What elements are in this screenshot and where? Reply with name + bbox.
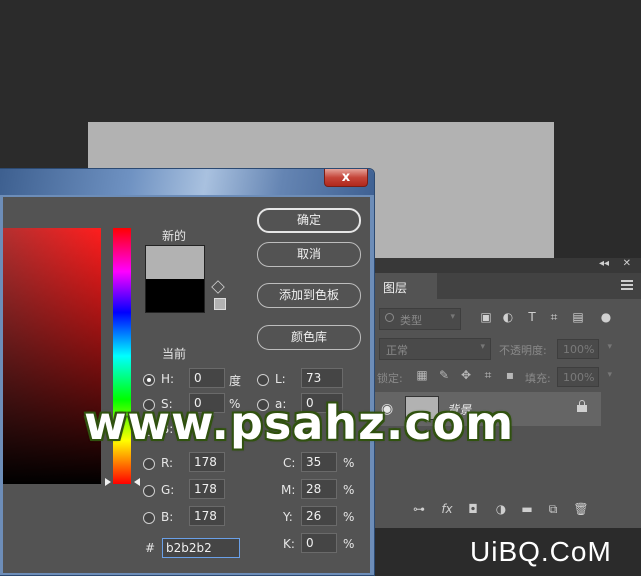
yellow-label: Y: — [283, 510, 293, 524]
new-color-swatch — [145, 245, 205, 279]
new-color-label: 新的 — [162, 229, 187, 243]
blend-mode-select[interactable]: 正常 ▾ — [379, 338, 491, 360]
black-label: K: — [283, 537, 295, 551]
hex-field[interactable]: b2b2b2 — [162, 538, 240, 558]
type-filter-icon[interactable]: T — [525, 310, 539, 324]
cyan-field[interactable]: 35 — [301, 452, 337, 472]
red-radio[interactable] — [143, 458, 155, 470]
percent-unit: % — [343, 510, 355, 524]
folder-icon[interactable]: ▬ — [519, 501, 535, 517]
mask-icon[interactable]: ◘ — [465, 501, 481, 517]
dialog-body: 新的 当前 确定 取消 添加到色板 颜色库 H: 0 度 S: 0 % B: L… — [3, 197, 370, 573]
hue-radio[interactable] — [143, 374, 155, 386]
color-picker-dialog: x 新的 当前 确定 取消 添加到色板 颜色库 H: 0 度 S: 0 % B:… — [0, 168, 375, 576]
chevron-down-icon[interactable]: ▾ — [607, 370, 612, 380]
fill-label: 填充: — [525, 372, 551, 385]
ok-button[interactable]: 确定 — [257, 208, 361, 233]
chevron-down-icon[interactable]: ▾ — [607, 342, 612, 352]
new-layer-icon[interactable]: ⧉ — [545, 501, 561, 517]
hue-field[interactable]: 0 — [189, 368, 225, 388]
current-color-label: 当前 — [162, 347, 187, 361]
blend-row: 正常 ▾ 不透明度: 100% ▾ — [375, 338, 641, 360]
collapse-panels-icon[interactable]: ◂◂ — [599, 258, 609, 269]
black-field[interactable]: 0 — [301, 533, 337, 553]
fx-icon[interactable]: fx — [439, 501, 455, 517]
watermark-uibq: UiBQ.CoM — [470, 536, 612, 567]
add-to-swatches-button[interactable]: 添加到色板 — [257, 283, 361, 308]
lock-row: 锁定: ▦ ✎ ✥ ⌗ ▪ 填充: 100% ▾ — [375, 366, 641, 388]
lock-transparent-icon[interactable]: ▦ — [415, 368, 429, 382]
cyan-label: C: — [283, 456, 296, 470]
magenta-label: M: — [281, 483, 296, 497]
green-radio[interactable] — [143, 485, 155, 497]
blue-field[interactable]: 178 — [189, 506, 225, 526]
panel-collapse-bar[interactable]: ◂◂ ✕ — [375, 258, 641, 273]
filter-kind-value: 类型 — [400, 314, 422, 327]
degree-unit: 度 — [229, 374, 242, 388]
magenta-field[interactable]: 28 — [301, 479, 337, 499]
dialog-titlebar[interactable]: x — [0, 169, 374, 195]
color-libraries-button[interactable]: 颜色库 — [257, 325, 361, 350]
green-label: G: — [161, 483, 175, 497]
panel-tab-bar: 图层 — [375, 273, 641, 299]
red-label: R: — [161, 456, 174, 470]
lock-icon[interactable] — [577, 400, 587, 412]
percent-unit: % — [343, 483, 355, 497]
layer-filter-row: 类型 ▾ ▣ ◐ T ⌗ ▤ ● — [375, 308, 641, 330]
filter-toggle-icon[interactable]: ● — [599, 310, 613, 324]
link-icon[interactable]: ⊶ — [411, 501, 427, 517]
cancel-button[interactable]: 取消 — [257, 242, 361, 267]
red-field[interactable]: 178 — [189, 452, 225, 472]
lock-label: 锁定: — [377, 372, 403, 385]
lightness-label: L: — [275, 372, 286, 386]
hex-label: # — [145, 541, 156, 555]
lock-image-icon[interactable]: ✎ — [437, 368, 451, 382]
search-icon — [385, 313, 394, 322]
image-filter-icon[interactable]: ▣ — [479, 310, 493, 324]
layers-panel: ◂◂ ✕ 图层 类型 ▾ ▣ ◐ T ⌗ ▤ ● 正常 ▾ 不透明度: 100%… — [374, 258, 641, 528]
lock-all-icon[interactable]: ▪ — [503, 368, 517, 382]
adjustment-icon[interactable]: ◑ — [493, 501, 509, 517]
lock-artboard-icon[interactable]: ⌗ — [481, 368, 495, 382]
panel-menu-icon[interactable] — [621, 280, 633, 290]
close-panel-icon[interactable]: ✕ — [623, 258, 631, 269]
fill-field[interactable]: 100% ▾ — [557, 367, 612, 387]
slider-handle-left[interactable] — [105, 478, 111, 486]
fill-value: 100% — [563, 371, 595, 384]
tab-layers[interactable]: 图层 — [375, 273, 437, 299]
slider-handle-right[interactable] — [134, 478, 140, 486]
opacity-field[interactable]: 100% ▾ — [557, 339, 612, 359]
chevron-down-icon: ▾ — [450, 312, 455, 322]
blue-label: B: — [161, 510, 174, 524]
lightness-field[interactable]: 73 — [301, 368, 343, 388]
close-button[interactable]: x — [324, 169, 368, 187]
opacity-label: 不透明度: — [499, 344, 547, 357]
yellow-field[interactable]: 26 — [301, 506, 337, 526]
shape-filter-icon[interactable]: ⌗ — [547, 310, 561, 324]
chevron-down-icon: ▾ — [480, 342, 485, 352]
adjustment-filter-icon[interactable]: ◐ — [501, 310, 515, 324]
panel-bottom-bar: ⊶ fx ◘ ◑ ▬ ⧉ 🗑 — [375, 496, 641, 524]
current-color-swatch[interactable] — [145, 279, 205, 313]
trash-icon[interactable]: 🗑 — [573, 501, 589, 517]
green-field[interactable]: 178 — [189, 479, 225, 499]
opacity-value: 100% — [563, 343, 595, 356]
percent-unit: % — [343, 537, 355, 551]
blue-radio[interactable] — [143, 512, 155, 524]
smart-object-filter-icon[interactable]: ▤ — [571, 310, 585, 324]
out-of-gamut-cube-icon[interactable] — [211, 280, 225, 294]
blend-mode-value: 正常 — [386, 344, 408, 357]
watermark-psahz: www.psahz.com — [84, 396, 515, 450]
hue-label: H: — [161, 372, 175, 386]
percent-unit: % — [343, 456, 355, 470]
lightness-radio[interactable] — [257, 374, 269, 386]
lock-position-icon[interactable]: ✥ — [459, 368, 473, 382]
filter-kind-select[interactable]: 类型 ▾ — [379, 308, 461, 330]
websafe-color-swatch[interactable] — [214, 298, 226, 310]
